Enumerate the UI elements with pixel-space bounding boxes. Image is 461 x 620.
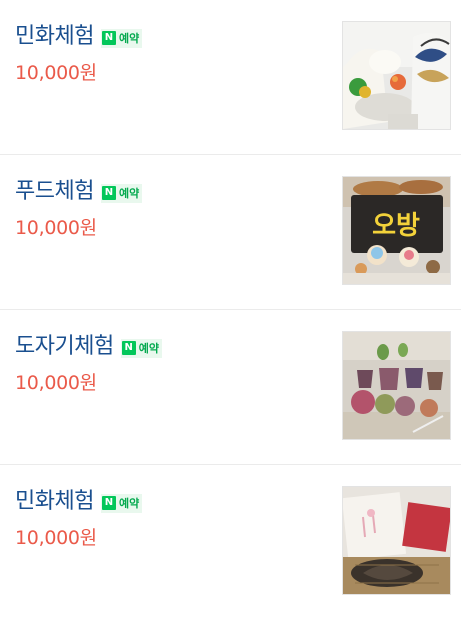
list-item[interactable]: 민화체험 N 예약 10,000원	[0, 465, 461, 620]
item-thumbnail[interactable]: 오방	[342, 176, 451, 285]
title-row: 푸드체험 N 예약	[15, 177, 143, 207]
naver-n-icon: N	[101, 496, 116, 510]
booking-label: 예약	[118, 186, 140, 200]
item-title[interactable]: 민화체험	[15, 487, 94, 517]
booking-label: 예약	[138, 341, 159, 355]
photo-label: 오방	[372, 211, 420, 241]
booking-badge[interactable]: N 예약	[100, 28, 143, 48]
naver-n-icon: N	[121, 341, 136, 355]
item-thumbnail[interactable]	[342, 331, 451, 440]
list-item[interactable]: 푸드체험 N 예약 10,000원 오방	[0, 155, 461, 310]
minhwa-craft-photo	[343, 22, 450, 129]
booking-badge[interactable]: N 예약	[100, 183, 143, 203]
title-row: 민화체험 N 예약	[15, 22, 143, 52]
item-price: 10,000원	[15, 217, 97, 239]
food-craft-photo: 오방	[343, 177, 450, 284]
list-item[interactable]: 민화체험 N 예약 10,000원	[0, 0, 461, 155]
item-price: 10,000원	[15, 527, 97, 549]
list-item[interactable]: 도자기체험 N 예약 10,000원	[0, 310, 461, 465]
title-row: 도자기체험 N 예약	[15, 332, 162, 362]
booking-badge[interactable]: N 예약	[100, 493, 143, 513]
item-price: 10,000원	[15, 372, 97, 394]
naver-n-icon: N	[101, 31, 116, 45]
experience-list: 민화체험 N 예약 10,000원 푸드체험 N 예약 10,000원 오방 도…	[0, 0, 461, 620]
pottery-craft-photo	[343, 332, 450, 439]
item-title[interactable]: 도자기체험	[15, 332, 114, 362]
item-thumbnail[interactable]	[342, 21, 451, 130]
item-price: 10,000원	[15, 62, 97, 84]
booking-label: 예약	[118, 31, 140, 45]
booking-badge[interactable]: N 예약	[120, 338, 162, 358]
title-row: 민화체험 N 예약	[15, 487, 143, 517]
naver-n-icon: N	[101, 186, 116, 200]
minhwa-book-photo	[343, 487, 450, 594]
item-title[interactable]: 민화체험	[15, 22, 94, 52]
item-title[interactable]: 푸드체험	[15, 177, 94, 207]
item-thumbnail[interactable]	[342, 486, 451, 595]
booking-label: 예약	[118, 496, 140, 510]
